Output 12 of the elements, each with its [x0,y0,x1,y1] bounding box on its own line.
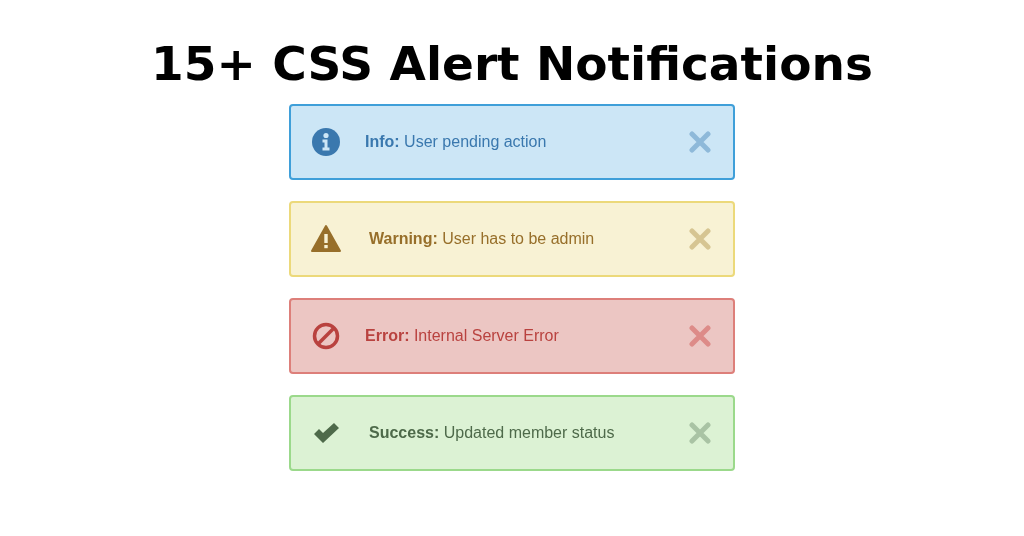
alert-message: Info: User pending action [365,131,548,152]
close-icon[interactable] [689,421,711,444]
page-title: 15+ CSS Alert Notifications [151,38,873,90]
close-icon[interactable] [689,130,711,153]
close-icon[interactable] [689,324,711,347]
prohibited-icon [311,320,341,351]
alert-message: Success: Updated member status [369,422,616,443]
alert-message: Warning: User has to be admin [369,228,596,249]
close-icon[interactable] [689,227,711,250]
warning-icon [311,223,341,254]
info-icon [311,126,341,157]
alert-message: Error: Internal Server Error [365,325,560,346]
